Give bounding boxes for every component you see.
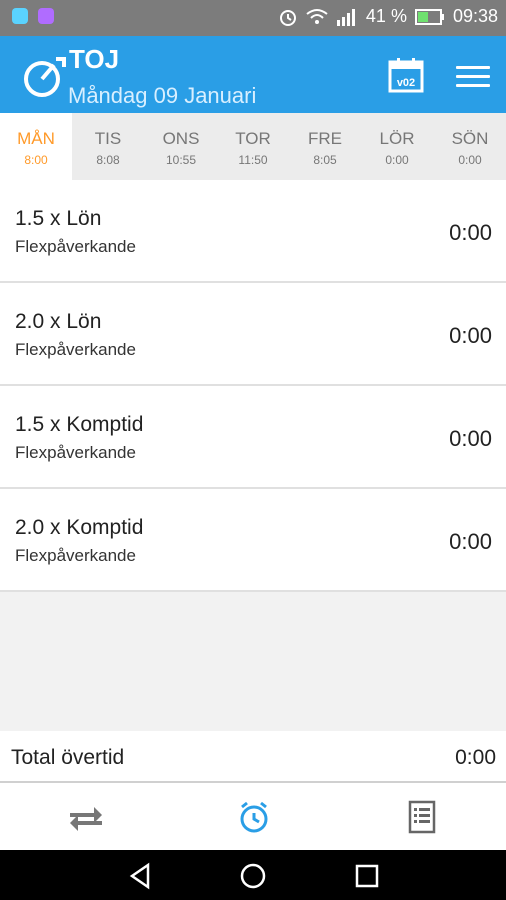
- home-icon[interactable]: [238, 861, 268, 891]
- item-subtitle: Flexpåverkande: [15, 340, 136, 359]
- day-tabs: MÅN 8:00 TIS 8:08 ONS 10:55 TOR 11:50 FR…: [0, 113, 506, 180]
- app-bar: TOJ Måndag 09 Januari v02: [0, 36, 506, 113]
- tab-day: MÅN: [17, 129, 55, 148]
- notification-app-icon: [12, 8, 28, 24]
- clock: 09:38: [452, 6, 498, 26]
- status-bar: 41 % 09:38: [0, 0, 506, 36]
- nav-report-button[interactable]: [402, 797, 442, 837]
- battery-icon: [414, 8, 444, 25]
- item-subtitle: Flexpåverkande: [15, 237, 136, 256]
- tab-day: SÖN: [451, 129, 489, 148]
- app-title: TOJ: [69, 44, 120, 74]
- tab-time: 8:08: [96, 153, 120, 167]
- hamburger-line: [456, 84, 490, 87]
- item-value: 0:00: [449, 426, 492, 451]
- tab-day: LÖR: [379, 129, 415, 148]
- item-subtitle: Flexpåverkande: [15, 443, 136, 462]
- tab-time: 0:00: [458, 153, 482, 167]
- signal-icon: [336, 8, 355, 26]
- report-list-icon: [408, 800, 436, 834]
- nav-overtime-button[interactable]: [234, 797, 274, 837]
- item-value: 0:00: [449, 529, 492, 554]
- item-subtitle: Flexpåverkande: [15, 546, 136, 565]
- nav-transfer-button[interactable]: [66, 797, 106, 837]
- tab-time: 0:00: [385, 153, 409, 167]
- recents-icon[interactable]: [352, 861, 382, 891]
- list-item[interactable]: 2.0 x Lön Flexpåverkande 0:00: [0, 283, 506, 386]
- item-title: 2.0 x Komptid: [15, 516, 144, 539]
- tab-time: 8:05: [313, 153, 337, 167]
- tab-thu[interactable]: TOR 11:50: [217, 113, 289, 180]
- tab-time: 8:00: [24, 153, 48, 167]
- list-item[interactable]: 1.5 x Lön Flexpåverkande 0:00: [0, 180, 506, 283]
- back-icon[interactable]: [126, 861, 156, 891]
- tab-time: 10:55: [165, 153, 197, 167]
- tab-mon[interactable]: MÅN 8:00: [0, 113, 72, 180]
- alarm-icon: [279, 9, 296, 26]
- item-title: 1.5 x Lön: [15, 207, 102, 230]
- transfer-icon: [70, 807, 102, 831]
- bottom-navigation: [0, 783, 506, 850]
- wifi-icon: [306, 8, 328, 24]
- hamburger-line: [456, 75, 490, 78]
- item-title: 1.5 x Komptid: [15, 413, 144, 436]
- tab-sun[interactable]: SÖN 0:00: [434, 113, 506, 180]
- list-item[interactable]: 1.5 x Komptid Flexpåverkande 0:00: [0, 386, 506, 489]
- hamburger-icon: [456, 66, 490, 69]
- menu-button[interactable]: [456, 66, 490, 90]
- item-value: 0:00: [449, 323, 492, 348]
- total-overtime-row: Total övertid 0:00: [0, 731, 506, 783]
- tab-fri[interactable]: FRE 8:05: [289, 113, 361, 180]
- stopwatch-logo-icon: [24, 57, 66, 97]
- battery-percent: 41 %: [365, 6, 407, 26]
- tab-wed[interactable]: ONS 10:55: [145, 113, 217, 180]
- current-date: Måndag 09 Januari: [68, 83, 257, 108]
- tab-day: ONS: [162, 129, 200, 148]
- notification-app-icon-2: [38, 8, 54, 24]
- tab-time: 11:50: [238, 153, 268, 167]
- total-value: 0:00: [455, 746, 496, 769]
- tab-day: FRE: [308, 129, 342, 148]
- item-value: 0:00: [449, 220, 492, 245]
- alarm-clock-icon: [240, 801, 268, 833]
- system-nav-bar: [0, 850, 506, 900]
- overtime-list: 1.5 x Lön Flexpåverkande 0:00 2.0 x Lön …: [0, 180, 506, 592]
- tab-day: TIS: [94, 129, 122, 148]
- calendar-icon: v02: [388, 58, 424, 93]
- tab-day: TOR: [235, 129, 271, 148]
- item-title: 2.0 x Lön: [15, 310, 102, 333]
- tab-tue[interactable]: TIS 8:08: [72, 113, 144, 180]
- tab-sat[interactable]: LÖR 0:00: [361, 113, 433, 180]
- calendar-week-label: v02: [397, 77, 415, 89]
- total-label: Total övertid: [11, 746, 125, 769]
- week-calendar-button[interactable]: v02: [388, 57, 424, 93]
- list-item[interactable]: 2.0 x Komptid Flexpåverkande 0:00: [0, 489, 506, 592]
